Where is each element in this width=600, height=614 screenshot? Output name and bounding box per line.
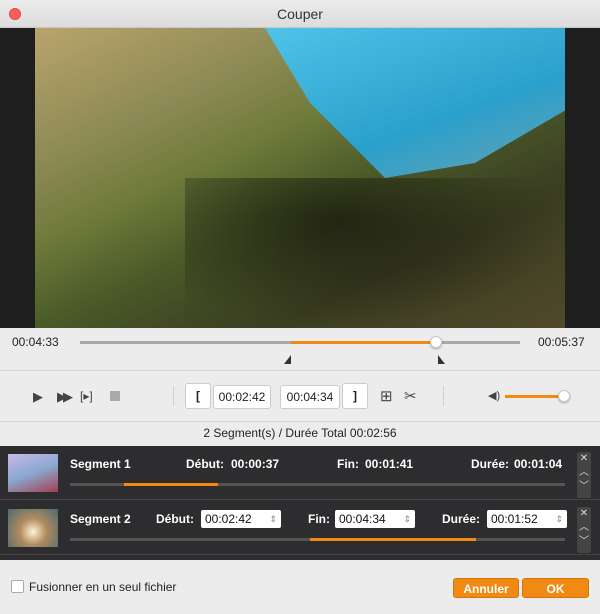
move-up-icon[interactable]: ︿ (577, 466, 591, 480)
segment-name: Segment 2 (70, 512, 131, 526)
segment-range-bar (70, 538, 565, 541)
video-frame (35, 28, 565, 328)
segment-start: 00:00:37 (231, 457, 280, 471)
merge-label[interactable]: Fusionner en un seul fichier (29, 580, 176, 594)
merge-checkbox[interactable] (11, 580, 24, 593)
segment-end: 00:01:41 (365, 457, 414, 471)
start-time-input[interactable]: 00:02:42 (213, 385, 271, 409)
total-time: 00:05:37 (538, 335, 585, 349)
volume-icon[interactable]: ◀) (488, 389, 500, 402)
play-icon[interactable]: ▶ (33, 389, 43, 405)
segment-list: Segment 1 Début: 00:00:37 Fin: 00:01:41 … (0, 446, 600, 560)
segment-name: Segment 1 (70, 457, 131, 471)
segment-controls: ✕ ︿ ﹀ (577, 452, 591, 498)
fast-forward-icon[interactable]: ▶▶ (57, 389, 73, 405)
start-marker[interactable] (284, 355, 292, 364)
playhead-handle[interactable] (430, 336, 443, 348)
play-selection-icon[interactable]: [▸] (80, 389, 93, 403)
segment-row[interactable]: Segment 1 Début: 00:00:37 Fin: 00:01:41 … (0, 446, 600, 500)
end-time-input[interactable]: 00:04:34 (280, 385, 340, 409)
set-end-button[interactable]: ] (342, 383, 368, 409)
timeline-selection (291, 341, 438, 344)
video-preview (0, 28, 600, 328)
segment-start-input[interactable]: 00:02:42 ⇕ (201, 510, 281, 528)
segment-row[interactable]: Segment 2 Début: 00:02:42 ⇕ Fin: 00:04:34… (0, 501, 600, 555)
split-scissors-icon[interactable]: ✂ (404, 387, 417, 405)
segment-thumbnail (8, 454, 58, 492)
close-window-button[interactable] (9, 8, 21, 20)
set-start-button[interactable]: [ (185, 383, 211, 409)
move-up-icon[interactable]: ︿ (577, 521, 591, 535)
delete-segment-icon[interactable]: ✕ (577, 452, 591, 466)
title-bar: Couper (0, 0, 600, 28)
volume-handle[interactable] (557, 390, 570, 402)
current-time: 00:04:33 (12, 335, 59, 349)
delete-segment-icon[interactable]: ✕ (577, 507, 591, 521)
segment-end-input[interactable]: 00:04:34 ⇕ (335, 510, 415, 528)
end-marker[interactable] (437, 355, 445, 364)
segment-thumbnail (8, 509, 58, 547)
ok-button[interactable]: OK (522, 578, 589, 598)
segment-duration-input[interactable]: 00:01:52 ⇕ (487, 510, 567, 528)
segments-summary: 2 Segment(s) / Durée Total 00:02:56 (203, 426, 397, 440)
segment-duration: 00:01:04 (514, 457, 563, 471)
move-down-icon[interactable]: ﹀ (577, 535, 591, 549)
segment-controls: ✕ ︿ ﹀ (577, 507, 591, 553)
cancel-button[interactable]: Annuler (453, 578, 519, 598)
stop-icon[interactable] (110, 391, 120, 401)
add-segment-icon[interactable]: ⊞ (380, 387, 393, 405)
move-down-icon[interactable]: ﹀ (577, 480, 591, 494)
segment-range-bar (70, 483, 565, 486)
footer: Fusionner en un seul fichier Annuler OK (0, 560, 600, 614)
window-title: Couper (277, 6, 323, 22)
